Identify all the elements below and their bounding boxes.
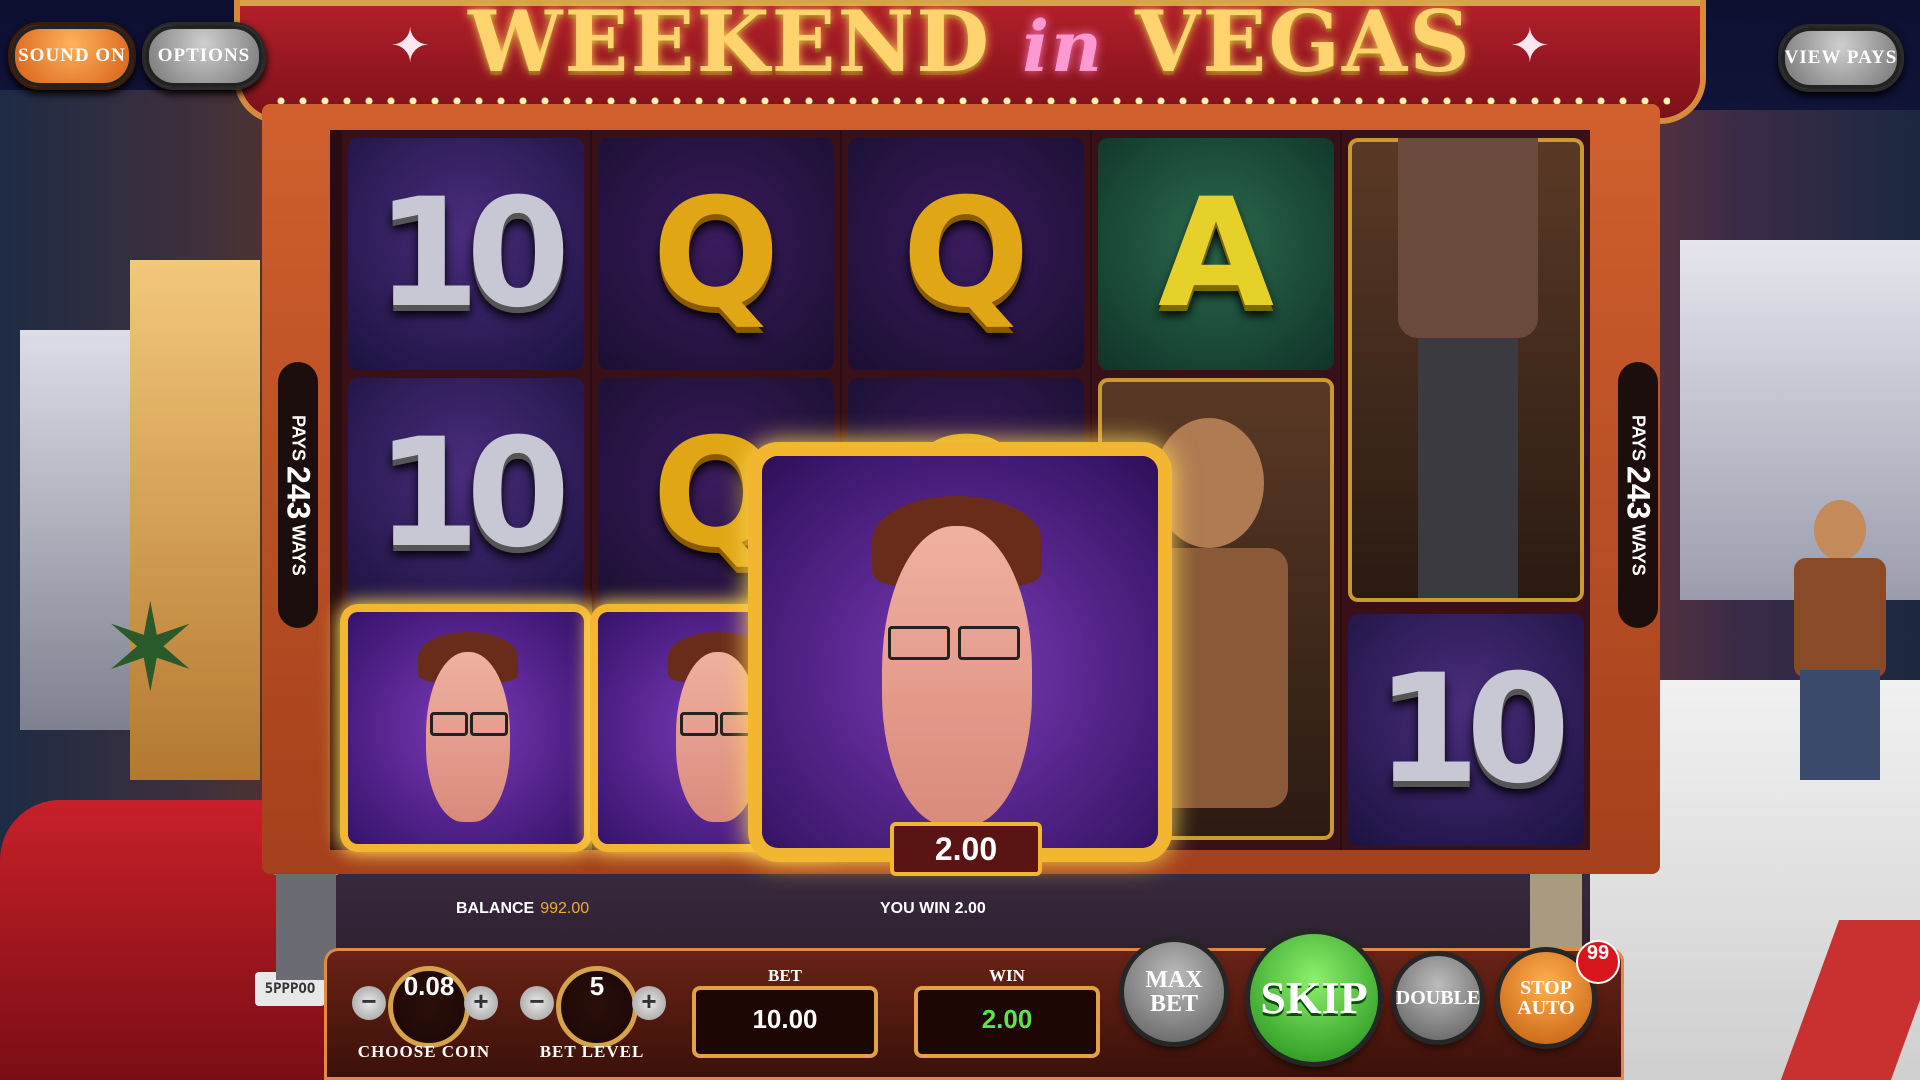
symbol-ten: 10 [348, 138, 584, 370]
pays-243-ways-left: PAYS 243 WAYS [278, 362, 318, 628]
ways-label: WAYS [288, 524, 309, 576]
win-value: 2.00 [981, 1004, 1033, 1034]
coin-label: CHOOSE COIN [357, 1042, 491, 1061]
pays-243-ways-right: PAYS 243 WAYS [1618, 362, 1658, 628]
bet-level-increase-button[interactable]: + [632, 986, 666, 1020]
you-win-value: 2.00 [954, 900, 986, 917]
coin-stepper: − 0.08 + CHOOSE COIN [352, 966, 498, 1061]
skip-button[interactable]: SKIP [1250, 934, 1378, 1062]
symbol-ten: 10 [1348, 614, 1584, 846]
symbol-ace: A [1098, 138, 1334, 370]
coin-value: 0.08 [388, 966, 470, 1048]
bet-level-label: BET LEVEL [539, 1042, 645, 1061]
game-title: WEEKEND in VEGAS [240, 0, 1700, 91]
you-win-label: YOU WIN [880, 900, 951, 917]
win-display: WIN 2.00 [914, 966, 1100, 1058]
symbol-queen: Q [598, 138, 834, 370]
sound-toggle-button[interactable]: SOUND ON [8, 22, 136, 90]
ways-count: 243 [280, 465, 317, 520]
bet-display: BET 10.00 [692, 966, 878, 1058]
bet-label: BET [767, 966, 803, 985]
you-win-display: YOU WIN 2.00 [880, 900, 986, 918]
symbol-man-in-jacket-stacked [1348, 138, 1584, 602]
bet-level-decrease-button[interactable]: − [520, 986, 554, 1020]
win-label: WIN [989, 966, 1025, 985]
symbol-win-amount: 2.00 [890, 822, 1042, 876]
pays-label: PAYS [288, 414, 309, 461]
title-word-vegas: VEGAS [1135, 0, 1472, 91]
view-pays-button[interactable]: VIEW PAYS [1778, 24, 1904, 92]
winning-symbol-zoom [762, 456, 1158, 848]
reel-5: 10 [1342, 130, 1590, 850]
balance-display: BALANCE 992.00 [456, 900, 589, 918]
ways-count: 243 [1620, 465, 1657, 520]
symbol-ten: 10 [348, 378, 584, 610]
options-button[interactable]: OPTIONS [142, 22, 266, 90]
auto-spins-remaining-badge: 99 [1576, 940, 1620, 984]
symbol-queen: Q [848, 138, 1084, 370]
coin-increase-button[interactable]: + [464, 986, 498, 1020]
ways-label: WAYS [1628, 524, 1649, 576]
max-bet-button[interactable]: MAX BET [1124, 942, 1224, 1042]
title-word-in: in [1022, 5, 1104, 88]
pays-label: PAYS [1628, 414, 1649, 461]
bet-value: 10.00 [752, 1004, 818, 1034]
title-marquee: ✦ ✦ WEEKEND in VEGAS [240, 0, 1700, 118]
palm-tree: ✶ [100, 580, 201, 719]
character-bearded-man [1780, 500, 1900, 800]
balance-value: 992.00 [540, 900, 590, 917]
symbol-nerd-winning [348, 612, 584, 844]
double-button[interactable]: DOUBLE [1396, 956, 1480, 1040]
reel-1: 10 10 [342, 130, 590, 850]
balance-label: BALANCE [456, 900, 535, 917]
title-word-weekend: WEEKEND [468, 0, 992, 91]
coin-decrease-button[interactable]: − [352, 986, 386, 1020]
bet-level-value: 5 [556, 966, 638, 1048]
bet-level-stepper: − 5 + BET LEVEL [520, 966, 666, 1061]
